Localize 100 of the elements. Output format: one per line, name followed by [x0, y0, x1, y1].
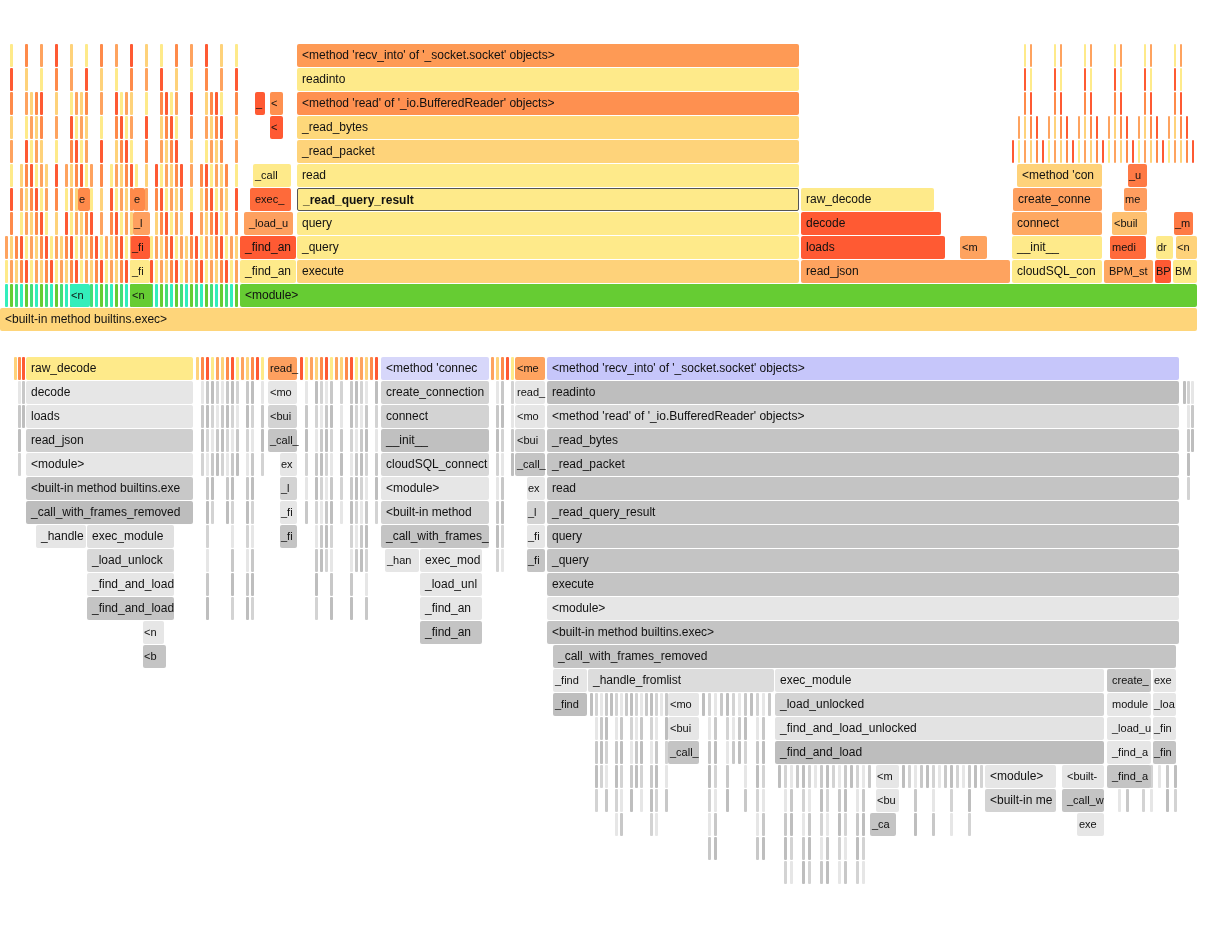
stack-frame[interactable]: <bui: [668, 717, 699, 740]
stack-frame[interactable]: _call_with_frames_: [381, 525, 489, 548]
stack-frame[interactable]: <module>: [381, 477, 489, 500]
stack-frame[interactable]: _m: [1174, 212, 1193, 235]
stack-frame[interactable]: _call_w: [1062, 789, 1104, 812]
stack-frame[interactable]: <built-in method builtins.exe: [26, 477, 193, 500]
stack-frame[interactable]: read_: [515, 381, 545, 404]
stack-frame[interactable]: _read_query_result: [547, 501, 1179, 524]
stack-frame[interactable]: ex: [280, 453, 297, 476]
stack-frame[interactable]: _read_query_result: [297, 188, 799, 211]
stack-frame[interactable]: dr: [1156, 236, 1173, 259]
stack-frame[interactable]: query: [547, 525, 1179, 548]
stack-frame[interactable]: _find_an: [240, 236, 296, 259]
stack-frame[interactable]: <method 'con: [1017, 164, 1102, 187]
stack-frame[interactable]: decode: [801, 212, 941, 235]
stack-frame[interactable]: _load_unlocked: [775, 693, 1104, 716]
stack-frame[interactable]: <built-in method builtins.exec>: [0, 308, 1197, 331]
stack-frame[interactable]: me: [1124, 188, 1147, 211]
stack-frame[interactable]: <module>: [985, 765, 1056, 788]
stack-frame[interactable]: <bui: [268, 405, 297, 428]
stack-frame[interactable]: module: [1107, 693, 1151, 716]
stack-frame[interactable]: read: [297, 164, 799, 187]
stack-frame[interactable]: <n: [131, 284, 152, 307]
stack-frame[interactable]: _find: [553, 669, 587, 692]
stack-frame[interactable]: _find_an: [240, 260, 296, 283]
stack-frame[interactable]: <n: [1176, 236, 1197, 259]
stack-frame[interactable]: <me: [515, 357, 545, 380]
stack-frame[interactable]: execute: [547, 573, 1179, 596]
stack-frame[interactable]: BM: [1173, 260, 1197, 283]
stack-frame[interactable]: _find_and_load: [87, 597, 174, 620]
stack-frame[interactable]: loads: [26, 405, 193, 428]
stack-frame[interactable]: <mo: [668, 693, 699, 716]
stack-frame[interactable]: medi: [1110, 236, 1146, 259]
stack-frame[interactable]: _load_unlock: [87, 549, 174, 572]
stack-frame[interactable]: connect: [381, 405, 489, 428]
stack-frame[interactable]: _find_and_load: [87, 573, 174, 596]
stack-frame[interactable]: _handle_fromlist: [588, 669, 774, 692]
stack-frame[interactable]: _find_and_load: [775, 741, 1104, 764]
stack-frame[interactable]: cloudSQL_connect: [381, 453, 489, 476]
stack-frame[interactable]: exe: [1153, 669, 1176, 692]
stack-frame[interactable]: <module>: [547, 597, 1179, 620]
stack-frame[interactable]: connect: [1012, 212, 1102, 235]
stack-frame[interactable]: <m: [876, 765, 899, 788]
stack-frame[interactable]: _call_: [668, 741, 699, 764]
stack-frame[interactable]: _fi: [280, 525, 297, 548]
stack-frame[interactable]: e: [133, 188, 145, 211]
stack-frame[interactable]: _load_u: [244, 212, 293, 235]
stack-frame[interactable]: <bu: [876, 789, 899, 812]
stack-frame[interactable]: _: [255, 92, 265, 115]
stack-frame[interactable]: _fi: [527, 525, 545, 548]
stack-frame[interactable]: read_json: [801, 260, 1010, 283]
stack-frame[interactable]: _l: [133, 212, 150, 235]
stack-frame[interactable]: _find_an: [420, 621, 482, 644]
stack-frame[interactable]: readinto: [297, 68, 799, 91]
stack-frame[interactable]: read: [547, 477, 1179, 500]
stack-frame[interactable]: _fi: [280, 501, 297, 524]
stack-frame[interactable]: _fi: [131, 236, 150, 259]
stack-frame[interactable]: _find_and_load_unlocked: [775, 717, 1104, 740]
stack-frame[interactable]: <m: [960, 236, 987, 259]
stack-frame[interactable]: _call: [253, 164, 291, 187]
stack-frame[interactable]: raw_decode: [26, 357, 193, 380]
stack-frame[interactable]: <method 'connec: [381, 357, 489, 380]
stack-frame[interactable]: loads: [801, 236, 945, 259]
stack-frame[interactable]: raw_decode: [801, 188, 934, 211]
stack-frame[interactable]: _l: [280, 477, 297, 500]
stack-frame[interactable]: _call_with_frames_removed: [26, 501, 193, 524]
stack-frame[interactable]: _query: [547, 549, 1179, 572]
stack-frame[interactable]: exec_: [250, 188, 291, 211]
stack-frame[interactable]: __init__: [1012, 236, 1102, 259]
stack-frame[interactable]: exe: [1077, 813, 1104, 836]
stack-frame[interactable]: _loa: [1153, 693, 1176, 716]
stack-frame[interactable]: _fin: [1153, 717, 1176, 740]
stack-frame[interactable]: _load_unl: [420, 573, 482, 596]
stack-frame[interactable]: _read_packet: [547, 453, 1179, 476]
stack-frame[interactable]: BPM_st: [1104, 260, 1153, 283]
stack-frame[interactable]: readinto: [547, 381, 1179, 404]
stack-frame[interactable]: _find: [553, 693, 587, 716]
stack-frame[interactable]: _call_: [268, 429, 297, 452]
stack-frame[interactable]: execute: [297, 260, 799, 283]
stack-frame[interactable]: create_: [1107, 669, 1151, 692]
stack-frame[interactable]: create_connection: [381, 381, 489, 404]
stack-frame[interactable]: _find_a: [1107, 765, 1151, 788]
stack-frame[interactable]: exec_mod: [420, 549, 482, 572]
stack-frame[interactable]: _handle: [36, 525, 86, 548]
stack-frame[interactable]: <built-in me: [985, 789, 1056, 812]
stack-frame[interactable]: <method 'recv_into' of '_socket.socket' objects>: [547, 357, 1179, 380]
stack-frame[interactable]: <built-: [1062, 765, 1104, 788]
stack-frame[interactable]: exec_module: [775, 669, 1104, 692]
stack-frame[interactable]: _call_: [515, 453, 545, 476]
stack-frame[interactable]: <mo: [268, 381, 297, 404]
stack-frame[interactable]: <n: [70, 284, 90, 307]
stack-frame[interactable]: BP: [1155, 260, 1171, 283]
stack-frame[interactable]: cloudSQL_con: [1012, 260, 1102, 283]
stack-frame[interactable]: <module>: [26, 453, 193, 476]
stack-frame[interactable]: <method 'recv_into' of '_socket.socket' objects>: [297, 44, 799, 67]
stack-frame[interactable]: _han: [385, 549, 419, 572]
stack-frame[interactable]: _ca: [870, 813, 896, 836]
stack-frame[interactable]: _read_packet: [297, 140, 799, 163]
stack-frame[interactable]: <: [270, 92, 283, 115]
stack-frame[interactable]: <module>: [240, 284, 1197, 307]
